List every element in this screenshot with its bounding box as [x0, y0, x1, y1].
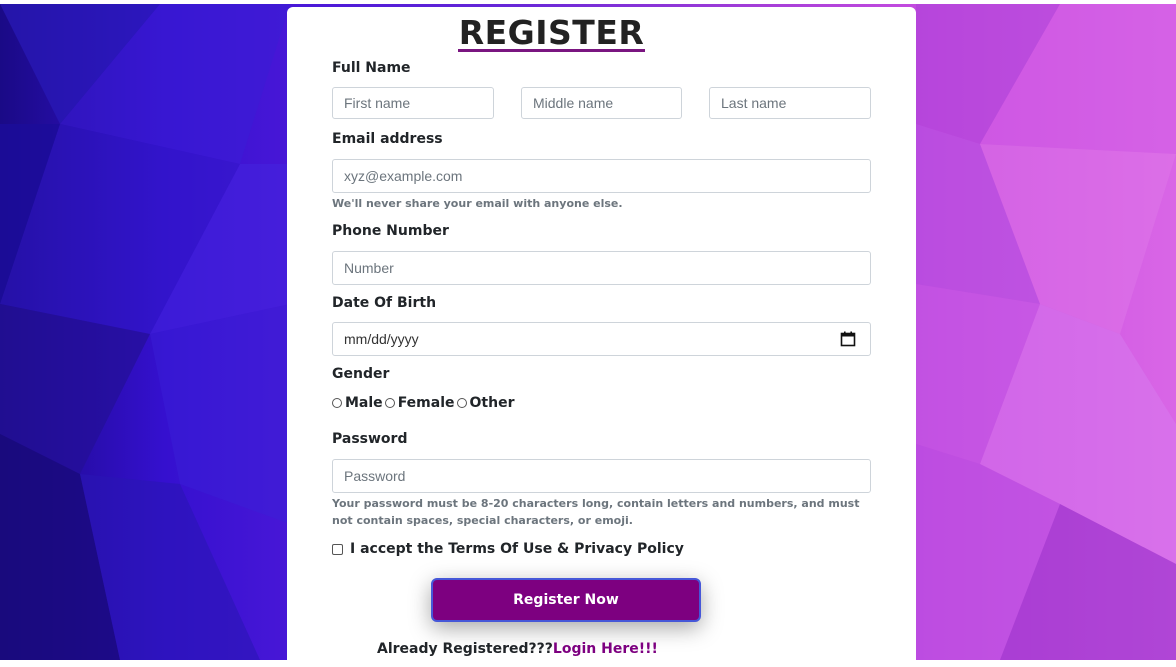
email-help-text: We'll never share your email with anyone…: [332, 197, 623, 210]
radio-female[interactable]: [384, 398, 395, 408]
terms-row: I accept the Terms Of Use & Privacy Poli…: [332, 541, 684, 557]
radio-male-label: Male: [345, 395, 383, 411]
email-input[interactable]: xyz@example.com: [332, 159, 871, 193]
radio-male[interactable]: [332, 398, 342, 408]
register-now-button[interactable]: Register Now: [431, 578, 701, 622]
terms-label: I accept the Terms Of Use & Privacy Poli…: [350, 541, 684, 557]
already-registered-text: Already Registered???: [377, 641, 553, 657]
calendar-icon[interactable]: [840, 331, 856, 347]
dob-input[interactable]: mm/dd/yyyy: [332, 322, 871, 356]
first-name-input[interactable]: First name: [332, 87, 494, 119]
middle-name-input[interactable]: Middle name: [521, 87, 682, 119]
full-name-label: Full Name: [332, 60, 411, 76]
register-card: REGISTER Full Name First name Middle nam…: [287, 7, 916, 667]
terms-checkbox[interactable]: [332, 543, 343, 555]
gender-label: Gender: [332, 366, 390, 382]
gender-options: Male Female Other: [332, 395, 516, 411]
radio-other[interactable]: [456, 398, 467, 408]
page-title: REGISTER: [287, 13, 916, 52]
dob-placeholder: mm/dd/yyyy: [344, 331, 419, 347]
last-name-input[interactable]: Last name: [709, 87, 871, 119]
page-title-text: REGISTER: [457, 13, 646, 52]
password-label: Password: [332, 431, 408, 447]
phone-input[interactable]: Number: [332, 251, 871, 285]
email-label: Email address: [332, 131, 443, 147]
dob-label: Date Of Birth: [332, 295, 437, 311]
password-input[interactable]: Password: [332, 459, 871, 493]
password-help-text: Your password must be 8-20 characters lo…: [332, 497, 860, 527]
radio-female-label: Female: [397, 395, 455, 411]
phone-label: Phone Number: [332, 223, 449, 239]
login-footer: Already Registered???Login Here!!!: [377, 641, 658, 657]
radio-other-label: Other: [469, 395, 515, 411]
login-here-link[interactable]: Login Here!!!: [553, 641, 658, 657]
